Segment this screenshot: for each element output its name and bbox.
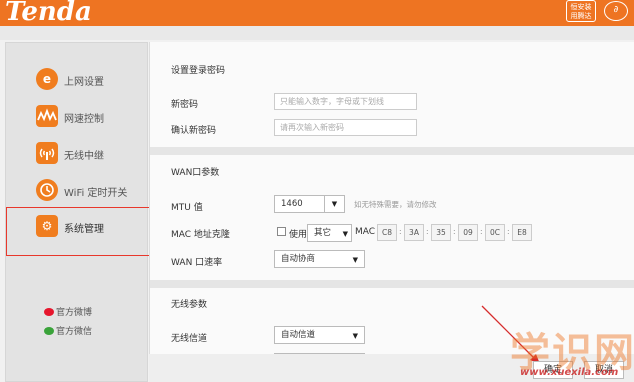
top-header: Tenda 恒安装 用腾达 ∂ — [0, 0, 634, 27]
tenda-logo: Tenda — [5, 0, 92, 27]
mac-octet-5[interactable]: 0C — [485, 224, 505, 241]
chevron-down-icon: ▼ — [342, 230, 348, 238]
mtu-value: 1460 — [281, 199, 303, 209]
badge-line2: 用腾达 — [570, 12, 592, 20]
chevron-down-icon: ▼ — [352, 332, 358, 340]
clock-icon — [36, 179, 58, 201]
wan-speed-select[interactable]: 自动协商 ▼ — [274, 250, 365, 268]
sidebar-item-label: WiFi 定时开关 — [64, 188, 128, 199]
watermark-url: www.xuexila.com — [520, 367, 619, 378]
confirm-password-label: 确认新密码 — [171, 126, 217, 136]
password-section-title: 设置登录密码 — [171, 66, 226, 76]
section-divider — [150, 147, 634, 155]
weibo-icon — [44, 308, 54, 316]
wechat-icon — [44, 327, 54, 335]
mac-clone-checkbox[interactable] — [277, 227, 286, 236]
weibo-label: 官方微博 — [56, 308, 93, 318]
mac-separator: : — [507, 227, 510, 236]
mac-prefix-label: MAC — [355, 227, 376, 237]
mac-separator: : — [399, 227, 402, 236]
sidebar-item-internet[interactable]: e 上网设置 — [6, 63, 147, 97]
wechat-label: 官方微信 — [56, 327, 93, 337]
mac-use-label: 使用 — [289, 230, 308, 240]
new-password-label: 新密码 — [171, 100, 199, 110]
mac-clone-label: MAC 地址克隆 — [171, 230, 230, 240]
mac-mode-select[interactable]: 其它 ▼ — [307, 224, 352, 242]
sidebar-item-repeater[interactable]: 无线中继 — [6, 137, 147, 171]
weibo-link[interactable]: 官方微博 — [44, 305, 92, 318]
brand-emblem-icon: ∂ — [604, 1, 628, 21]
wireless-section-title: 无线参数 — [171, 300, 208, 310]
mac-separator: : — [426, 227, 429, 236]
mac-octet-4[interactable]: 09 — [458, 224, 478, 241]
mtu-hint: 如无特殊需要，请勿修改 — [354, 200, 437, 209]
mac-separator: : — [453, 227, 456, 236]
channel-value: 自动信道 — [281, 330, 316, 340]
header-strip — [0, 26, 634, 40]
channel-label: 无线信道 — [171, 334, 208, 344]
sidebar-item-label: 无线中继 — [64, 151, 104, 162]
mac-octet-1[interactable]: C8 — [377, 224, 397, 241]
speed-wave-icon — [36, 105, 58, 127]
wan-speed-value: 自动协商 — [281, 254, 316, 264]
mtu-select[interactable]: 1460 ▼ — [274, 195, 345, 213]
mac-octet-2[interactable]: 3A — [404, 224, 424, 241]
active-highlight-box — [6, 207, 151, 256]
mac-octet-3[interactable]: 35 — [431, 224, 451, 241]
mac-separator: : — [480, 227, 483, 236]
wan-section-title: WAN口参数 — [171, 168, 220, 178]
mtu-label: MTU 值 — [171, 203, 203, 213]
e-icon: e — [36, 68, 58, 90]
sidebar-item-wifi-timer[interactable]: WiFi 定时开关 — [6, 174, 147, 208]
mac-octet-6[interactable]: E8 — [512, 224, 532, 241]
section-divider — [150, 280, 634, 288]
new-password-input[interactable]: 只能输入数字，字母或下划线 — [274, 93, 417, 110]
chevron-down-icon: ▼ — [352, 256, 358, 264]
wireless-repeater-icon — [36, 142, 58, 164]
install-badge: 恒安装 用腾达 — [566, 0, 596, 22]
sidebar-item-label: 网速控制 — [64, 114, 104, 125]
channel-select[interactable]: 自动信道 ▼ — [274, 326, 365, 344]
confirm-password-input[interactable]: 请再次输入新密码 — [274, 119, 417, 136]
mac-mode-value: 其它 — [314, 228, 332, 238]
wechat-link[interactable]: 官方微信 — [44, 324, 92, 337]
sidebar-item-speed[interactable]: 网速控制 — [6, 100, 147, 134]
wan-speed-label: WAN 口速率 — [171, 258, 223, 268]
sidebar-item-label: 上网设置 — [64, 77, 104, 88]
badge-line1: 恒安装 — [570, 3, 592, 11]
chevron-down-icon: ▼ — [324, 196, 344, 212]
